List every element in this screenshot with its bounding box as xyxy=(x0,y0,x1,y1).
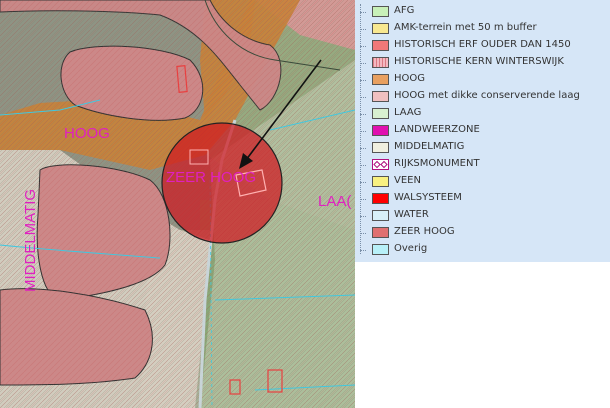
map-view[interactable]: HOOG ZEER HOOG MIDDELMATIG LAA( xyxy=(0,0,355,408)
legend-swatch xyxy=(372,91,389,102)
map-label-zeer-hoog: ZEER HOOG xyxy=(166,169,256,186)
legend-item: HOOG met dikke conserverende laag xyxy=(360,89,610,106)
legend-swatch xyxy=(372,176,389,187)
map-label-middelmatig: MIDDELMATIG xyxy=(22,189,39,292)
legend-swatch xyxy=(372,125,389,136)
legend-label: ZEER HOOG xyxy=(394,226,455,237)
legend-label: AMK-terrein met 50 m buffer xyxy=(394,22,537,33)
legend-item: Overig xyxy=(360,242,610,259)
legend-item: LAAG xyxy=(360,106,610,123)
legend-swatch xyxy=(372,23,389,34)
legend-item: HOOG xyxy=(360,72,610,89)
blank-area xyxy=(355,262,610,408)
legend-item: RIJKSMONUMENT xyxy=(360,157,610,174)
legend-item: LANDWEERZONE xyxy=(360,123,610,140)
legend-item: HISTORISCHE KERN WINTERSWIJK xyxy=(360,55,610,72)
legend-item: MIDDELMATIG xyxy=(360,140,610,157)
legend-swatch xyxy=(372,108,389,119)
legend-label: MIDDELMATIG xyxy=(394,141,465,152)
legend-item: VEEN xyxy=(360,174,610,191)
legend-swatch xyxy=(372,193,389,204)
legend-label: Overig xyxy=(394,243,428,254)
legend-label: WATER xyxy=(394,209,429,220)
legend-swatch xyxy=(372,244,389,255)
legend-item: AMK-terrein met 50 m buffer xyxy=(360,21,610,38)
legend-swatch xyxy=(372,57,389,68)
legend-swatch xyxy=(372,40,389,51)
map-label-hoog: HOOG xyxy=(64,125,110,142)
legend-label: HOOG met dikke conserverende laag xyxy=(394,90,580,101)
legend-item: AFG xyxy=(360,4,610,21)
legend-label: AFG xyxy=(394,5,415,16)
map-label-laag: LAA( xyxy=(318,193,351,210)
legend-item: WATER xyxy=(360,208,610,225)
legend-label: LAAG xyxy=(394,107,422,118)
legend-item: ZEER HOOG xyxy=(360,225,610,242)
legend-swatch xyxy=(372,210,389,221)
legend-label: LANDWEERZONE xyxy=(394,124,480,135)
legend-label: WALSYSTEEM xyxy=(394,192,462,203)
legend-item: WALSYSTEEM xyxy=(360,191,610,208)
legend-panel: AFG AMK-terrein met 50 m buffer HISTORISCH… xyxy=(355,0,610,262)
legend-swatch xyxy=(372,159,389,170)
legend-label: HISTORISCHE KERN WINTERSWIJK xyxy=(394,56,564,67)
legend-swatch xyxy=(372,6,389,17)
legend-swatch xyxy=(372,227,389,238)
legend-item: HISTORISCH ERF OUDER DAN 1450 xyxy=(360,38,610,55)
legend-swatch xyxy=(372,142,389,153)
legend-label: VEEN xyxy=(394,175,421,186)
legend-label: HOOG xyxy=(394,73,426,84)
legend-swatch xyxy=(372,74,389,85)
legend-label: RIJKSMONUMENT xyxy=(394,158,480,169)
legend-label: HISTORISCH ERF OUDER DAN 1450 xyxy=(394,39,571,50)
